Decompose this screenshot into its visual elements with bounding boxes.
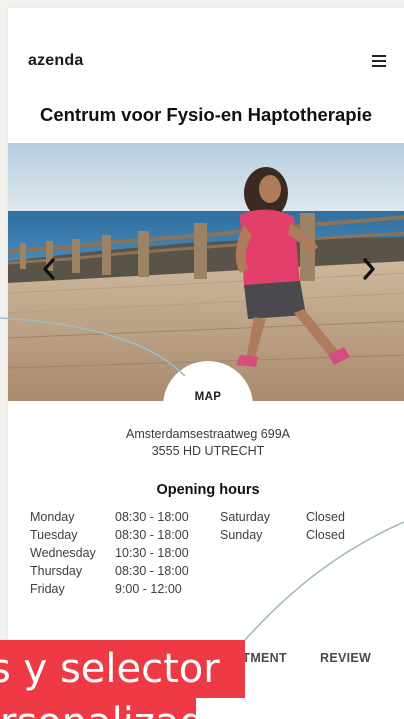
hours-row: Monday 08:30 - 18:00 [30,508,189,526]
hours-time: 10:30 - 18:00 [115,546,189,560]
hours-day: Monday [30,510,75,524]
opening-hours-weekdays: Monday 08:30 - 18:00 Tuesday 08:30 - 18:00… [30,508,189,598]
promo-banner-line-2: rsonalizado [0,698,196,719]
hours-time: Closed [306,528,345,542]
hours-day: Wednesday [30,546,96,560]
hours-time: 08:30 - 18:00 [115,510,189,524]
hours-time: 9:00 - 12:00 [115,582,182,596]
hours-row: Friday 9:00 - 12:00 [30,580,189,598]
hours-row: Thursday 08:30 - 18:00 [30,562,189,580]
page-title: Centrum voor Fysio-en Haptotherapie [39,104,372,125]
hours-day: Sunday [220,528,263,542]
address-city: 3555 HD UTRECHT [151,444,265,458]
promo-text-1: s y selector [0,646,220,692]
hours-day: Tuesday [30,528,78,542]
venue-card: azenda Centrum voor Fysio-en Haptotherap… [8,8,404,719]
venue-address: Amsterdamsestraatweg 699A 3555 HD UTRECH… [8,426,404,460]
hours-time: 08:30 - 18:00 [115,564,189,578]
hours-day: Saturday [220,510,271,524]
promo-banner-line-1: s y selector [0,640,245,698]
map-button-label: MAP [194,391,222,403]
chevron-left-icon[interactable] [38,255,60,283]
hours-time: 08:30 - 18:00 [115,528,189,542]
azenda-logo[interactable]: azenda [28,52,83,70]
tab-review[interactable]: REVIEW [320,651,371,665]
hours-row: Saturday Closed [220,508,345,526]
hours-row: Sunday Closed [220,526,345,544]
top-bar: azenda [8,8,404,108]
chevron-right-icon[interactable] [358,255,380,283]
hours-row: Wednesday 10:30 - 18:00 [30,544,189,562]
hours-row: Tuesday 08:30 - 18:00 [30,526,189,544]
hours-day: Friday [30,582,65,596]
hours-day: Thursday [30,564,83,578]
opening-hours-weekend: Saturday Closed Sunday Closed [220,508,345,544]
promo-text-2: rsonalizado [0,698,196,719]
hours-time: Closed [306,510,345,524]
hamburger-menu-icon[interactable] [370,52,390,68]
opening-hours-title: Opening hours [156,482,260,498]
address-street: Amsterdamsestraatweg 699A [126,427,290,441]
